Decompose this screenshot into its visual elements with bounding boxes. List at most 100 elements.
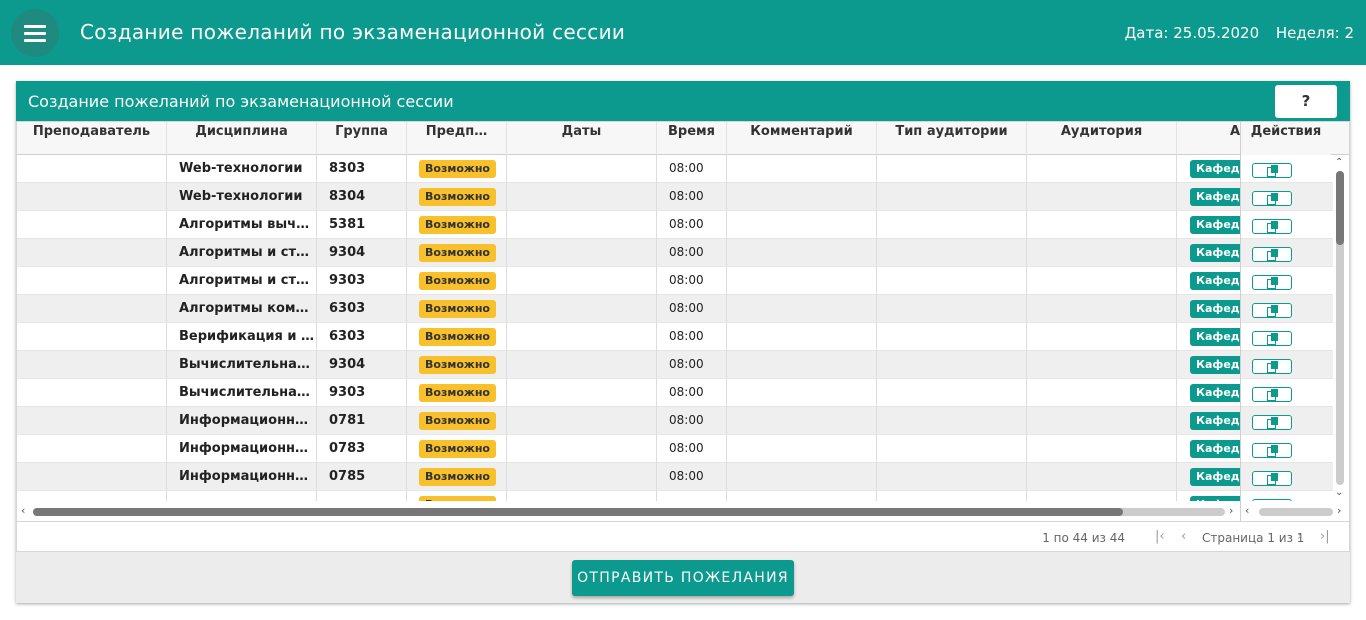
copy-icon <box>1267 305 1279 317</box>
preference-badge: Возможно <box>419 355 496 374</box>
cell-text: 9304 <box>329 357 366 372</box>
col-preference[interactable]: Предп… <box>407 122 507 155</box>
cell-text: 08:00 <box>669 441 704 455</box>
table-row[interactable]: Возможно Кафедра <box>17 491 1240 501</box>
copy-button[interactable] <box>1252 331 1292 346</box>
scroll-thumb[interactable] <box>33 508 1123 516</box>
cell-time: 08:00 <box>657 183 727 211</box>
table-row[interactable]: Верификация и тестирование 6303 Возможно 08… <box>17 323 1240 351</box>
menu-button[interactable] <box>11 9 59 57</box>
cell-dates <box>507 379 657 407</box>
cell-tag: Кафедра <box>1177 463 1240 491</box>
actions-row <box>1241 435 1333 463</box>
scroll-left-icon-2[interactable]: ‹ <box>1245 504 1249 517</box>
cell-time: 08:00 <box>657 211 727 239</box>
copy-button[interactable] <box>1252 191 1292 206</box>
cell-group: 6303 <box>317 323 407 351</box>
department-badge: Кафедра <box>1190 383 1240 402</box>
copy-button[interactable] <box>1252 359 1292 374</box>
cell-room <box>1027 491 1177 501</box>
table-row[interactable]: Алгоритмы компьютерной графики 6303 Возмож… <box>17 295 1240 323</box>
scroll-down-icon[interactable]: ⌄ <box>1335 487 1343 498</box>
horizontal-scrollbar[interactable]: ‹ › <box>17 501 1240 521</box>
next-page-icon[interactable]: › <box>1297 529 1302 544</box>
cell-tag: Кафедра <box>1177 295 1240 323</box>
cell-room <box>1027 407 1177 435</box>
cell-dates <box>507 295 657 323</box>
scroll-left-icon[interactable]: ‹ <box>21 504 25 517</box>
cell-text: 0781 <box>329 413 366 428</box>
cell-text: 9303 <box>329 273 366 288</box>
prev-page-icon[interactable]: ‹ <box>1181 529 1186 544</box>
cell-text: 0785 <box>329 469 366 484</box>
copy-button[interactable] <box>1252 247 1292 262</box>
table-row[interactable]: Алгоритмы и структуры данных 9303 Возможно… <box>17 267 1240 295</box>
col-dates[interactable]: Даты <box>507 122 657 155</box>
preference-badge: Возможно <box>419 215 496 234</box>
cell-text: Вычислительная математика <box>179 385 316 400</box>
cell-tag: Кафедра <box>1177 267 1240 295</box>
header-info: Дата: 25.05.2020 Неделя: 2 <box>1113 24 1354 42</box>
col-teacher[interactable]: Преподаватель <box>17 122 167 155</box>
col-extra[interactable]: А <box>1177 122 1240 155</box>
table-row[interactable]: Web-технологии 8304 Возможно 08:00 Кафедра <box>17 183 1240 211</box>
vscroll-thumb[interactable] <box>1336 171 1344 245</box>
submit-wishes-button[interactable]: ОТПРАВИТЬ ПОЖЕЛАНИЯ <box>572 560 794 596</box>
table-row[interactable]: Алгоритмы и структуры данных 9304 Возможно… <box>17 239 1240 267</box>
cell-comment <box>727 323 877 351</box>
scroll-up-icon[interactable]: ⌃ <box>1335 157 1343 168</box>
cell-discipline: Алгоритмы и структуры данных <box>167 239 317 267</box>
cell-room <box>1027 239 1177 267</box>
col-group[interactable]: Группа <box>317 122 407 155</box>
col-comment[interactable]: Комментарий <box>727 122 877 155</box>
cell-text: 08:00 <box>669 189 704 203</box>
copy-icon <box>1267 389 1279 401</box>
cell-pref: Возможно <box>407 211 507 239</box>
cell-teacher <box>17 407 167 435</box>
vertical-scrollbar[interactable]: ⌃ ⌄ <box>1333 155 1348 501</box>
copy-button[interactable] <box>1252 415 1292 430</box>
copy-button[interactable] <box>1252 443 1292 458</box>
preference-badge: Возможно <box>419 383 496 402</box>
wishes-panel: Создание пожеланий по экзаменационной се… <box>16 81 1350 603</box>
help-button[interactable]: ? <box>1274 84 1338 119</box>
cell-room <box>1027 435 1177 463</box>
cell-room-type <box>877 155 1027 183</box>
cell-group: 0783 <box>317 435 407 463</box>
copy-button[interactable] <box>1252 163 1292 178</box>
table-row[interactable]: Вычислительная математика 9303 Возможно 08:… <box>17 379 1240 407</box>
col-room[interactable]: Аудитория <box>1027 122 1177 155</box>
table-row[interactable]: Информационные технологии 0783 Возможно 08:… <box>17 435 1240 463</box>
cell-discipline: Алгоритмы компьютерной графики <box>167 295 317 323</box>
table-row[interactable]: Информационные технологии 0785 Возможно 08:… <box>17 463 1240 491</box>
copy-button[interactable] <box>1252 275 1292 290</box>
col-time[interactable]: Время <box>657 122 727 155</box>
copy-icon <box>1267 361 1279 373</box>
table-row[interactable]: Вычислительная математика 9304 Возможно 08:… <box>17 351 1240 379</box>
col-room-type[interactable]: Тип аудитории <box>877 122 1027 155</box>
table-row[interactable]: Алгоритмы вычислительной геометрии 5381 Во… <box>17 211 1240 239</box>
cell-dates <box>507 351 657 379</box>
cell-tag: Кафедра <box>1177 239 1240 267</box>
cell-text: 08:00 <box>669 273 704 287</box>
table-row[interactable]: Информационные технологии 0781 Возможно 08:… <box>17 407 1240 435</box>
cell-text: Информационные технологии <box>179 441 316 456</box>
copy-button[interactable] <box>1252 471 1292 486</box>
col-discipline[interactable]: Дисциплина <box>167 122 317 155</box>
cell-text: 08:00 <box>669 301 704 315</box>
last-page-icon[interactable]: ›| <box>1320 529 1330 544</box>
copy-button[interactable] <box>1252 303 1292 318</box>
actions-horizontal-scrollbar[interactable]: ‹ › <box>1240 501 1349 521</box>
copy-button[interactable] <box>1252 387 1292 402</box>
first-page-icon[interactable]: |‹ <box>1155 529 1165 544</box>
paging-bar: 1 по 44 из 44 |‹ ‹ Страница 1 из 1 › ›| <box>17 521 1349 551</box>
copy-icon <box>1267 249 1279 261</box>
preference-badge: Возможно <box>419 159 496 178</box>
scroll-right-icon-2[interactable]: › <box>1337 504 1341 517</box>
table-row[interactable]: Web-технологии 8303 Возможно 08:00 Кафедра <box>17 155 1240 183</box>
scroll-right-icon[interactable]: › <box>1229 504 1233 517</box>
copy-button[interactable] <box>1252 219 1292 234</box>
cell-pref: Возможно <box>407 491 507 501</box>
cell-room-type <box>877 295 1027 323</box>
actions-row <box>1241 239 1333 267</box>
